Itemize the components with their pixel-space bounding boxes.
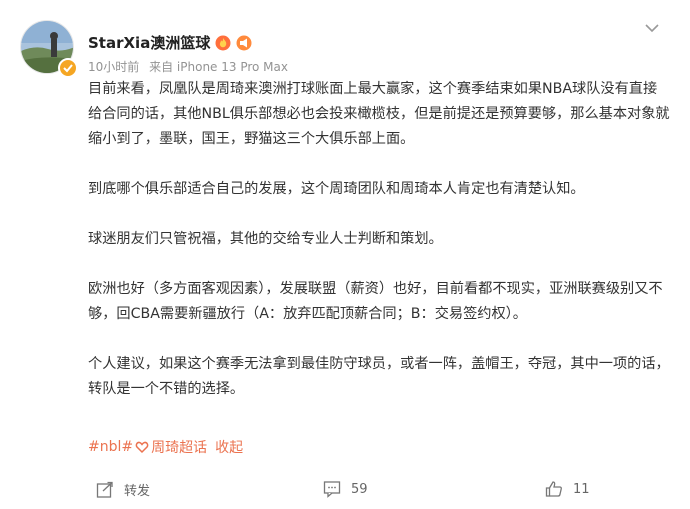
thumbs-up-icon [545, 481, 562, 497]
comment-icon [323, 481, 341, 498]
super-topic-icon [135, 440, 149, 454]
username[interactable]: StarXia澳洲篮球 [88, 32, 210, 53]
collapse-link[interactable]: 收起 [215, 437, 243, 457]
chevron-down-icon[interactable] [644, 20, 660, 34]
post-paragraph: 欧洲也好（多方面客观因素），发展联盟（薪资）也好，目前看都不现实，亚洲联赛级别又… [88, 281, 663, 322]
post-paragraph: 球迷朋友们只管祝福，其他的交给专业人士判断和策划。 [88, 231, 443, 247]
post-meta: 10小时前 来自 iPhone 13 Pro Max [88, 58, 294, 75]
username-row: StarXia澳洲篮球 [88, 32, 252, 53]
post-body: 目前来看，凤凰队是周琦来澳洲打球账面上最大赢家，这个赛季结束如果NBA球队没有直… [88, 77, 670, 402]
post-paragraph: 个人建议，如果这个赛季无法拿到最佳防守球员，或者一阵，盖帽王，夺冠，其中一项的话… [88, 356, 670, 397]
avatar[interactable] [20, 20, 78, 78]
loudspeaker-badge-icon[interactable] [236, 35, 252, 51]
comment-count: 59 [351, 481, 368, 497]
super-topic-link[interactable]: 周琦超话 [151, 437, 207, 457]
hashtag-link[interactable]: #nbl# [88, 439, 133, 455]
post-time[interactable]: 10小时前 [88, 60, 139, 74]
action-bar: 转发 59 11 [0, 472, 690, 509]
repost-button[interactable]: 转发 [96, 480, 150, 499]
comment-button[interactable]: 59 [323, 480, 368, 498]
repost-label: 转发 [124, 484, 151, 499]
like-count: 11 [573, 481, 590, 497]
post-header: StarXia澳洲篮球 10小时前 来自 iPhone 13 Pro Max [20, 20, 670, 80]
post-source: 来自 iPhone 13 Pro Max [149, 60, 288, 74]
fire-badge-icon[interactable] [215, 35, 231, 51]
like-button[interactable]: 11 [545, 480, 590, 498]
post-paragraph: 到底哪个俱乐部适合自己的发展，这个周琦团队和周琦本人肯定也有清楚认知。 [88, 181, 585, 197]
post-paragraph: 目前来看，凤凰队是周琦来澳洲打球账面上最大赢家，这个赛季结束如果NBA球队没有直… [88, 81, 670, 147]
verified-badge-icon [58, 58, 78, 78]
repost-icon [96, 481, 113, 498]
post-tags: #nbl# 周琦超话 收起 [88, 437, 243, 457]
